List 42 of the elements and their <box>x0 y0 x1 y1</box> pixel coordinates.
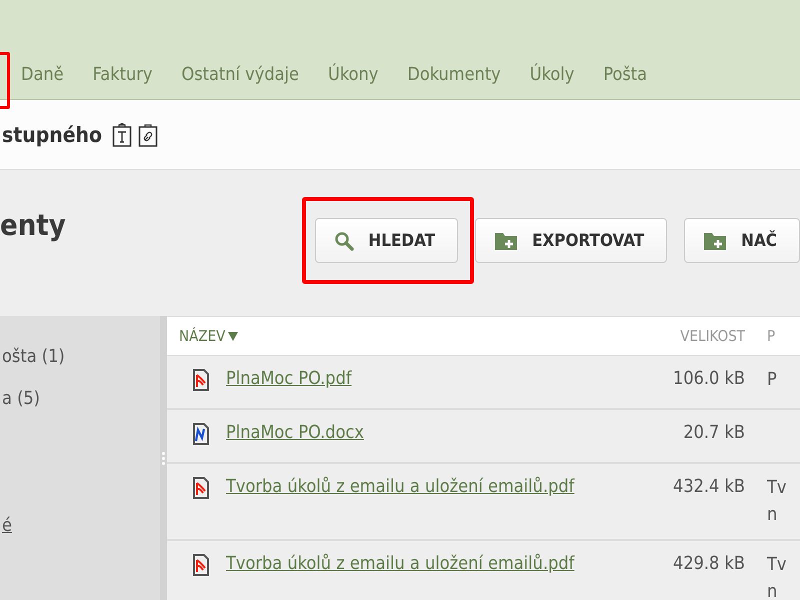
nav-item[interactable]: Faktury <box>92 64 152 85</box>
column-header[interactable]: NÁZEV <box>167 327 647 345</box>
action-button[interactable]: EXPORTOVAT <box>475 218 668 263</box>
search-icon <box>334 230 354 250</box>
search-button[interactable]: HLEDAT <box>315 218 458 263</box>
table-cell-text: P <box>767 368 778 392</box>
sidebar-item[interactable]: a (5) <box>2 388 40 430</box>
nav-item[interactable]: Pošta <box>603 64 648 85</box>
nav-item[interactable]: Daně <box>21 64 64 85</box>
nav-item[interactable]: Ostatní výdaje <box>181 64 299 85</box>
table-cell-text: n <box>767 503 778 527</box>
sidebar-item[interactable]: ošta (1) <box>2 346 65 388</box>
nav-item[interactable]: Dokumenty <box>407 64 501 85</box>
file-link[interactable]: Tvorba úkolů z emailu a uložení emailů.pdf <box>226 476 574 497</box>
pdf-file-icon <box>193 369 209 391</box>
sidebar-item[interactable]: é <box>2 515 12 557</box>
folder-add-icon <box>703 230 728 250</box>
pdf-file-icon <box>193 477 209 499</box>
table-cell-text: Tv <box>767 553 788 577</box>
column-header[interactable]: P <box>767 327 800 345</box>
word-file-icon <box>193 423 209 445</box>
file-link[interactable]: PlnaMoc PO.pdf <box>226 368 352 389</box>
nav-item[interactable]: Úkony <box>328 64 378 85</box>
table-cell-text: 429.8 kB <box>672 552 746 576</box>
column-header[interactable]: VELIKOST <box>647 327 767 345</box>
resize-handle[interactable] <box>160 316 167 600</box>
pdf-file-icon <box>193 554 209 576</box>
sort-down-icon <box>228 332 238 340</box>
nav-item[interactable]: Úkoly <box>530 64 574 85</box>
table-cell-text: 20.7 kB <box>682 421 746 445</box>
folder-add-icon <box>494 230 518 250</box>
clipboard-link-icon[interactable] <box>138 122 158 146</box>
table-cell-text: Tv <box>767 476 788 500</box>
file-link[interactable]: Tvorba úkolů z emailu a uložení emailů.pdf <box>226 553 574 574</box>
table-cell-text: 106.0 kB <box>672 367 746 391</box>
table-cell-text: n <box>767 580 778 600</box>
table-cell-text: 432.4 kB <box>672 475 746 499</box>
action-button[interactable]: NAČ <box>684 218 800 263</box>
file-link[interactable]: PlnaMoc PO.docx <box>226 422 364 443</box>
clipboard-text-icon[interactable] <box>112 122 132 146</box>
page-title: stupného <box>2 122 102 146</box>
section-heading: enty <box>0 208 67 242</box>
